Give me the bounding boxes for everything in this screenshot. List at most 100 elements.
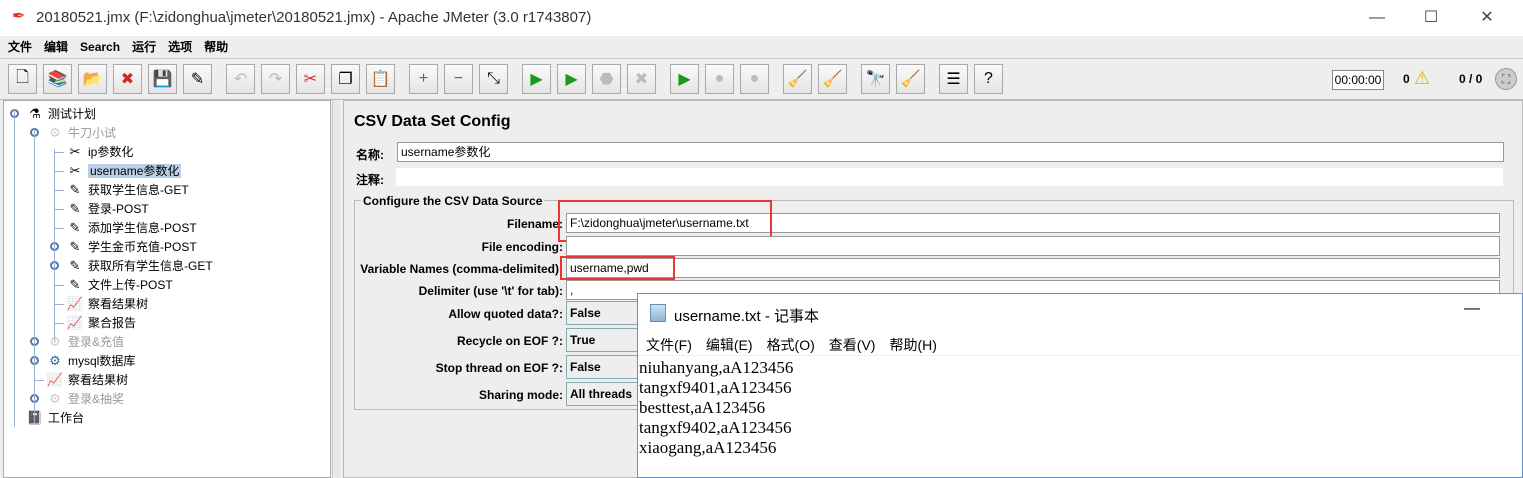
quoted-label: Allow quoted data?: [448,307,563,321]
comment-input[interactable] [395,167,1504,187]
notepad-menu-help[interactable]: 帮助(H) [889,334,936,356]
minimize-button[interactable]: — [1362,6,1392,30]
test-plan-icon: ⚗ [29,106,41,121]
clear-all-icon: 🧹 [822,71,843,88]
help-button[interactable]: ? [974,64,1003,94]
quoted-select[interactable]: False [566,301,646,325]
stop-button[interactable]: ⬣ [592,64,621,94]
start-button[interactable]: ▶ [522,64,551,94]
maximize-button[interactable]: ☐ [1416,6,1446,30]
tree-node-label: 获取学生信息-GET [88,183,189,197]
tree-connector [54,152,64,153]
sharing-select[interactable]: All threads [566,382,646,406]
text-line: niuhanyang,aA123456 [639,358,794,377]
notepad-minimize-button[interactable]: — [1464,300,1480,318]
tree-node[interactable]: ✎ 文件上传-POST [66,275,173,294]
listener-icon: 📈 [46,372,64,387]
tree-node[interactable]: 📈 察看结果树 [66,294,148,313]
recycle-select[interactable]: True [566,328,646,352]
menu-file[interactable]: 文件 [0,36,38,58]
remote-start-button[interactable]: ▶ [670,64,699,94]
tree-node[interactable]: ⚙ 登录&抽奖 [46,389,124,408]
close-button[interactable]: ✖ [113,64,142,94]
notepad-menu-view[interactable]: 查看(V) [829,334,876,356]
open-icon: 📂 [82,71,103,88]
tree-node[interactable]: ✎ 添加学生信息-POST [66,218,197,237]
tree-node-label: 添加学生信息-POST [88,221,197,235]
menu-help[interactable]: 帮助 [198,36,234,58]
start-no-pause-button[interactable]: ▶ [557,64,586,94]
tree-node[interactable]: ⚙ 登录&充值 [46,332,124,351]
collapse-button[interactable]: − [444,64,473,94]
stop-icon: ⬣ [599,71,614,88]
reset-search-button[interactable]: 🧹 [896,64,925,94]
tree-connector [34,380,44,381]
notepad-menu-file[interactable]: 文件(F) [646,334,692,356]
tree-node-label: 登录&充值 [68,335,125,349]
shutdown-button[interactable]: ✖ [627,64,656,94]
redo-icon: ↷ [268,71,283,88]
menu-edit[interactable]: 编辑 [38,36,74,58]
remote-shutdown-icon: ● [749,70,760,87]
tree-node[interactable]: 📈 察看结果树 [46,370,128,389]
tree-node[interactable]: ✎ 学生金币充值-POST [66,237,197,256]
remote-stop-button[interactable]: ● [705,64,734,94]
cut-icon: ✂ [303,71,318,88]
name-input[interactable]: username参数化 [397,142,1504,162]
notepad-menu-format[interactable]: 格式(O) [767,334,815,356]
new-button[interactable]: 🗋 [8,64,37,94]
tree-connector [54,323,64,324]
test-plan-tree[interactable]: ⚗ 测试计划 ⚙ 牛刀小试 ✂ ip参数化 ✂ username参数化 ✎ 获取学生信息-GET ✎… [3,100,331,478]
tree-connector [34,131,35,423]
name-label: 名称: [356,148,384,162]
clear-button[interactable]: 🧹 [783,64,812,94]
text-line: tangxf9401,aA123456 [639,378,792,397]
close-button[interactable]: ✕ [1472,6,1502,30]
tree-node-label: 察看结果树 [68,373,129,387]
tree-node[interactable]: ✎ 登录-POST [66,199,149,218]
warning-icon[interactable]: ⚠ [1414,68,1436,88]
paste-button[interactable]: 📋 [366,64,395,94]
elapsed-timer: 00:00:00 [1332,70,1384,90]
redo-button[interactable]: ↷ [261,64,290,94]
tree-node[interactable]: ⚙ 牛刀小试 [46,123,116,142]
clear-all-button[interactable]: 🧹 [818,64,847,94]
tree-node[interactable]: ✂ ip参数化 [66,142,134,161]
varnames-input[interactable]: username,pwd [566,258,1500,278]
cut-button[interactable]: ✂ [296,64,325,94]
search-button[interactable]: 🔭 [861,64,890,94]
function-helper-button[interactable]: ☰ [939,64,968,94]
copy-button[interactable]: ❐ [331,64,360,94]
tree-node-label: 工作台 [48,411,85,425]
menu-options[interactable]: 选项 [162,36,198,58]
log-toggle-icon[interactable]: ⛶ [1495,68,1517,90]
menu-search[interactable]: Search [74,36,126,58]
notepad-menu-edit[interactable]: 编辑(E) [706,334,753,356]
stopthread-select[interactable]: False [566,355,646,379]
tree-node[interactable]: ✎ 获取所有学生信息-GET [66,256,213,275]
help-icon: ? [984,70,993,87]
tree-connector [54,190,64,191]
split-pane-divider[interactable] [332,100,340,478]
menu-run[interactable]: 运行 [126,36,162,58]
toggle-button[interactable]: ⤡ [479,64,508,94]
tree-node[interactable]: ⚙ mysql数据库 [46,351,135,370]
templates-button[interactable]: 📚 [43,64,72,94]
tree-node[interactable]: ✂ username参数化 [66,161,182,180]
notepad-menu-bar: 文件(F) 编辑(E) 格式(O) 查看(V) 帮助(H) [638,334,1522,356]
tree-connector [54,149,55,341]
tree-node[interactable]: ⚗ 测试计划 [26,104,96,123]
http-sampler-icon: ✎ [69,239,81,254]
notepad-text-area[interactable]: niuhanyang,aA123456 tangxf9401,aA123456 … [639,358,793,458]
undo-button[interactable]: ↶ [226,64,255,94]
tree-node[interactable]: 📈 聚合报告 [66,313,136,332]
remote-shutdown-button[interactable]: ● [740,64,769,94]
open-button[interactable]: 📂 [78,64,107,94]
http-sampler-icon: ✎ [69,220,81,235]
expand-button[interactable]: + [409,64,438,94]
encoding-input[interactable] [566,236,1500,256]
save-as-button[interactable]: ✎ [183,64,212,94]
tree-node[interactable]: ✎ 获取学生信息-GET [66,180,189,199]
save-button[interactable]: 💾 [148,64,177,94]
start-no-pause-icon: ▶ [565,71,578,88]
